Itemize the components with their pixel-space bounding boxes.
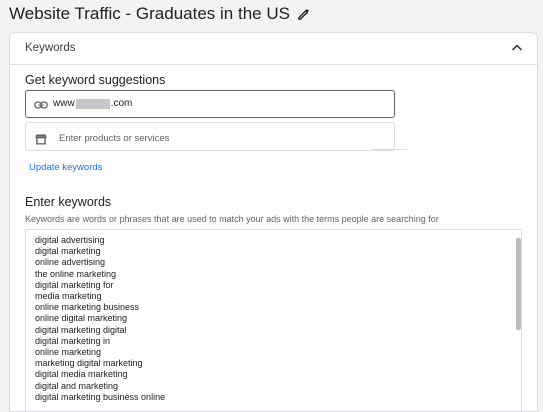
url-suffix: .com xyxy=(110,98,133,109)
products-placeholder: Enter products or services xyxy=(59,133,170,144)
suggestions-heading: Get keyword suggestions xyxy=(25,73,166,87)
keywords-card: Keywords Get keyword suggestions www .com xyxy=(9,32,538,412)
store-icon xyxy=(35,132,47,145)
keywords-textarea[interactable]: digital advertising digital marketing on… xyxy=(25,229,522,411)
keyword-item: digital marketing xyxy=(35,246,101,257)
keyword-item: online marketing business xyxy=(35,302,140,313)
keyword-item: media marketing xyxy=(35,291,102,302)
keyword-item: digital marketing business online xyxy=(35,391,166,402)
chevron-up-icon[interactable] xyxy=(509,40,525,56)
card-header[interactable]: Keywords xyxy=(10,33,537,65)
url-prefix: www xyxy=(53,98,75,109)
keyword-item: digital marketing in xyxy=(35,335,111,346)
keyword-item: digital marketing digital xyxy=(35,324,127,335)
scrollbar-thumb[interactable] xyxy=(516,238,521,330)
keywords-help-text: Keywords are words or phrases that are u… xyxy=(25,214,439,224)
url-value: www .com xyxy=(53,98,132,109)
pencil-icon[interactable] xyxy=(296,6,312,22)
redacted-domain xyxy=(75,98,110,109)
website-url-field[interactable]: www .com xyxy=(25,90,395,118)
enter-keywords-heading: Enter keywords xyxy=(25,195,112,209)
card-title: Keywords xyxy=(25,42,76,54)
page-title: Website Traffic - Graduates in the US xyxy=(9,4,290,23)
page-header: Website Traffic - Graduates in the US xyxy=(9,2,312,26)
keyword-item: online marketing xyxy=(35,347,102,358)
keyword-item: marketing digital marketing xyxy=(35,358,143,369)
keyword-item: digital media marketing xyxy=(35,369,128,380)
keyword-item: online digital marketing xyxy=(35,313,128,324)
keyword-item: digital marketing for xyxy=(35,279,114,290)
link-icon xyxy=(34,98,48,110)
field-divider xyxy=(372,149,407,150)
keyword-item: digital advertising xyxy=(35,235,105,245)
update-keywords-link[interactable]: Update keywords xyxy=(29,162,102,173)
keyword-item: the online marketing xyxy=(35,268,117,279)
keyword-item: online advertising xyxy=(35,257,106,268)
products-services-input[interactable]: Enter products or services xyxy=(25,122,395,151)
keyword-list: digital advertising digital marketing on… xyxy=(35,235,165,403)
keyword-item: digital and marketing xyxy=(35,380,119,391)
